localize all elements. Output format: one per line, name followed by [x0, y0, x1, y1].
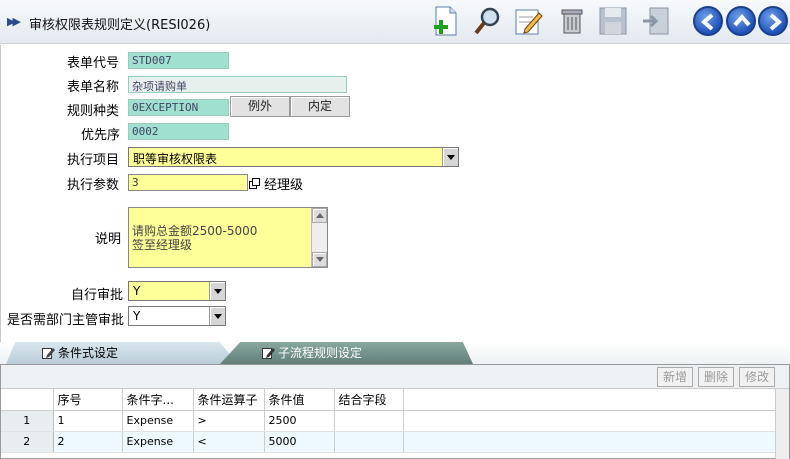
field-cell[interactable]: Expense: [122, 410, 194, 432]
seq-cell[interactable]: 2: [53, 431, 123, 453]
table-row[interactable]: 2 2 Expense < 5000: [1, 431, 776, 453]
table-row[interactable]: 1 1 Expense > 2500: [1, 410, 776, 432]
exec-param-label: 执行参数: [67, 178, 120, 193]
description-text: 请购总金额2500-5000 签至经理级: [132, 224, 258, 252]
column-header[interactable]: 结合字段: [334, 389, 404, 411]
rule-type-label: 规则种类: [67, 104, 120, 119]
form-name-label: 表单名称: [67, 80, 120, 95]
description-label: 说明: [95, 232, 122, 247]
form-name-field: 杂项请购单: [128, 76, 347, 93]
row-number: 1: [1, 410, 54, 432]
add-doc-icon[interactable]: [430, 5, 462, 37]
tab-subflow[interactable]: 子流程规则设定: [220, 342, 473, 364]
edit-icon: [42, 348, 55, 359]
tab-subflow-label: 子流程规则设定: [278, 346, 363, 360]
back-icon[interactable]: [693, 6, 723, 36]
rule-type-field: 0EXCEPTION: [128, 99, 229, 116]
column-header-filler: [403, 389, 776, 411]
add-button[interactable]: 新增: [657, 367, 693, 387]
edit-icon[interactable]: [513, 5, 545, 37]
lookup-icon[interactable]: [249, 178, 260, 189]
priority-field: 0002: [128, 123, 229, 140]
save-icon[interactable]: [597, 5, 629, 37]
scroll-up-icon[interactable]: [312, 208, 327, 223]
delete-button[interactable]: 删除: [698, 367, 734, 387]
exec-item-label: 执行项目: [67, 153, 120, 168]
description-textarea[interactable]: 请购总金额2500-5000 签至经理级: [128, 207, 328, 268]
exec-param-suffix: 经理级: [264, 178, 304, 193]
dept-head-approve-label: 是否需部门主管审批: [7, 313, 125, 328]
operator-cell[interactable]: <: [193, 431, 265, 453]
tab-strip: 条件式设定 子流程规则设定: [0, 342, 790, 364]
field-cell[interactable]: Expense: [122, 431, 194, 453]
seq-cell[interactable]: 1: [53, 410, 123, 432]
self-approve-label: 自行审批: [71, 288, 124, 303]
exit-icon[interactable]: [640, 5, 672, 37]
value-cell[interactable]: 5000: [264, 431, 335, 453]
column-header[interactable]: 序号: [53, 389, 123, 411]
grid-scrollbar[interactable]: [775, 389, 789, 459]
grid-toolbar: 新增 删除 修改: [1, 365, 789, 389]
form-code-field: STD007: [128, 52, 229, 69]
chevron-down-icon[interactable]: [442, 148, 458, 166]
exec-item-value: 职等审核权限表: [133, 152, 218, 166]
value-cell[interactable]: 2500: [264, 410, 335, 432]
join-cell[interactable]: [334, 410, 404, 432]
chevron-down-icon[interactable]: [209, 307, 225, 325]
edit-icon: [262, 348, 275, 359]
dept-head-approve-value: Y: [133, 309, 141, 323]
modify-button[interactable]: 修改: [739, 367, 775, 387]
priority-label: 优先序: [81, 128, 121, 143]
filler-cell: [403, 431, 776, 453]
filler-cell: [403, 410, 776, 432]
scroll-down-icon[interactable]: [312, 252, 327, 267]
exception-button[interactable]: 例外: [230, 96, 290, 117]
dept-head-approve-select[interactable]: Y: [128, 306, 226, 326]
tab-condition-label: 条件式设定: [58, 346, 119, 360]
rownum-header: [1, 389, 54, 411]
title-bar: ▶▶ 审核权限表规则定义(RESI026): [0, 0, 790, 44]
join-cell[interactable]: [334, 431, 404, 453]
up-icon[interactable]: [726, 6, 756, 36]
default-button[interactable]: 内定: [290, 96, 350, 117]
self-approve-value: Y: [133, 284, 141, 298]
delete-icon[interactable]: [556, 5, 588, 37]
column-header[interactable]: 条件运算子: [193, 389, 265, 411]
condition-grid: 新增 删除 修改 序号 条件字... 条件运算子 条件值 结合字段 1 1 Ex…: [0, 364, 790, 459]
search-icon[interactable]: [472, 5, 504, 37]
forward-icon[interactable]: [758, 6, 788, 36]
form-area: 表单代号 STD007 表单名称 杂项请购单 规则种类 0EXCEPTION 例…: [0, 45, 790, 342]
grid-table: 序号 条件字... 条件运算子 条件值 结合字段 1 1 Expense > 2…: [1, 389, 776, 453]
page-title: 审核权限表规则定义(RESI026): [29, 18, 211, 33]
form-code-label: 表单代号: [67, 56, 120, 71]
row-number: 2: [1, 431, 54, 453]
chevron-down-icon[interactable]: [209, 282, 225, 300]
self-approve-select[interactable]: Y: [128, 281, 226, 301]
grid-header-row: 序号 条件字... 条件运算子 条件值 结合字段: [1, 389, 776, 411]
exec-param-field[interactable]: 3: [128, 174, 248, 191]
description-scrollbar[interactable]: [311, 208, 327, 267]
column-header[interactable]: 条件值: [264, 389, 335, 411]
operator-cell[interactable]: >: [193, 410, 265, 432]
exec-item-select[interactable]: 职等审核权限表: [128, 147, 459, 167]
double-arrow-icon: ▶▶: [7, 15, 21, 28]
tab-condition[interactable]: 条件式设定: [6, 342, 238, 364]
column-header[interactable]: 条件字...: [122, 389, 194, 411]
